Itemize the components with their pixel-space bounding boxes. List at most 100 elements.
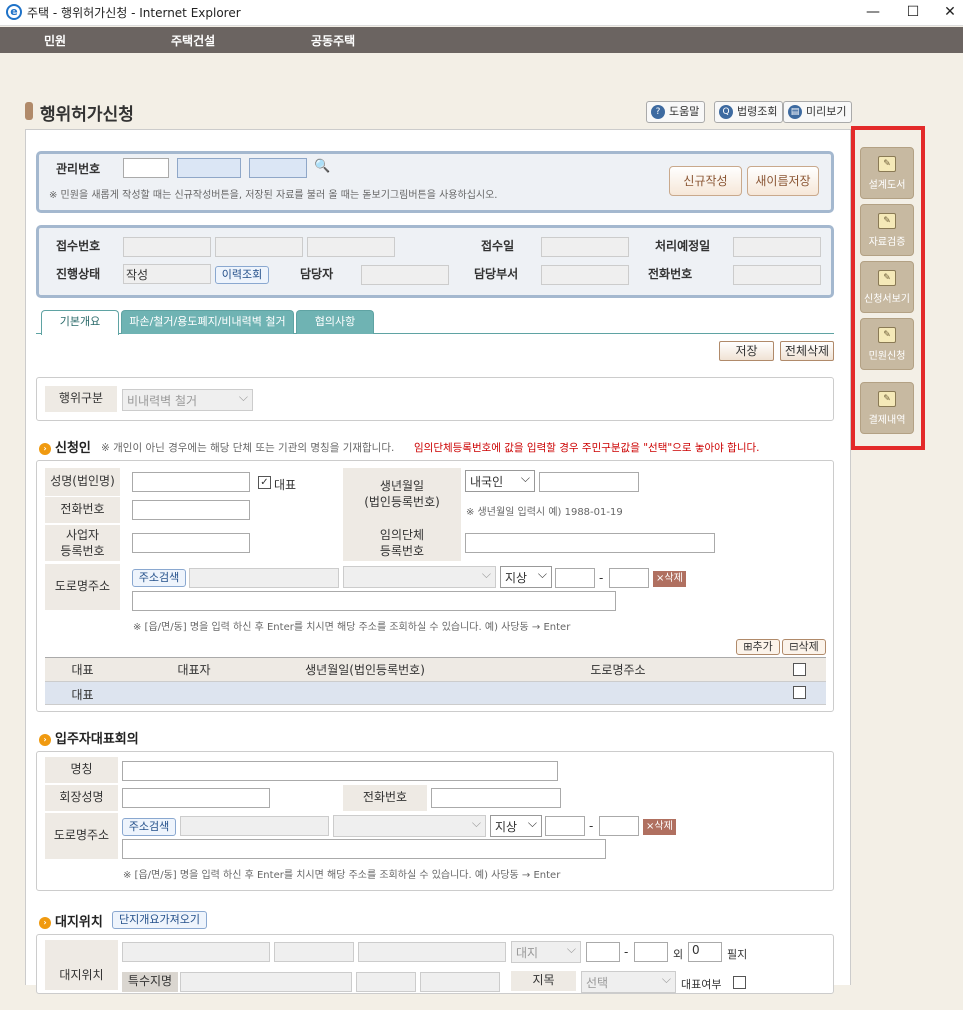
preview-icon: ▤	[788, 105, 802, 119]
chair-name-input[interactable]	[122, 788, 270, 808]
applicant-name-label: 성명(법인명)	[45, 468, 120, 496]
receipt-number-label: 접수번호	[56, 239, 101, 253]
site-location-label: 대지위치	[45, 940, 118, 990]
ie-logo-icon: e	[6, 4, 22, 20]
rep-building-number-main[interactable]	[545, 816, 585, 836]
status-label: 진행상태	[56, 267, 101, 281]
preview-button[interactable]: ▤ 미리보기	[783, 101, 853, 123]
management-number-field-3[interactable]	[249, 158, 307, 178]
jimok-label: 지목	[511, 971, 576, 991]
rep-yn-checkbox[interactable]	[733, 976, 746, 989]
lot-unit-label: 필지	[727, 948, 748, 961]
special-name-label: 특수지명	[122, 972, 178, 992]
representative-label: 대표	[274, 478, 297, 492]
business-number-input[interactable]	[132, 533, 250, 553]
save-as-button[interactable]: 새이름저장	[747, 166, 819, 196]
address-search-button[interactable]: 주소검색	[132, 569, 186, 587]
nav-item-apartment[interactable]: 공동주택	[311, 32, 355, 49]
phone-field	[733, 265, 821, 285]
delete-row-button[interactable]: ⊟삭제	[782, 639, 826, 655]
import-complex-button[interactable]: 단지개요가져오기	[112, 911, 207, 929]
side-application-view-button[interactable]: ✎ 신청서보기	[860, 261, 914, 313]
dept-label: 담당부서	[474, 267, 519, 281]
window-title-bar: e 주택 - 행위허가신청 - Internet Explorer — ☐ ✕	[0, 0, 963, 26]
manager-label: 담당자	[300, 267, 334, 281]
nav-item-civil[interactable]: 민원	[44, 32, 66, 49]
save-button[interactable]: 저장	[719, 341, 774, 361]
help-button[interactable]: ? 도움말	[646, 101, 706, 123]
birth-input[interactable]	[539, 472, 639, 492]
applicant-warning: 임의단체등록번호에 값을 입력할 경우 주민구분값을 "선택"으로 놓아야 합니…	[414, 442, 760, 454]
lot-sub-input[interactable]	[634, 942, 668, 962]
tab-basic-overview[interactable]: 기본개요	[41, 310, 119, 335]
maximize-icon[interactable]: ☐	[898, 2, 928, 22]
site-dash: -	[624, 945, 629, 959]
applicant-phone-label: 전화번호	[45, 497, 120, 523]
dept-field	[541, 265, 629, 285]
tab-consultation[interactable]: 협의사항	[296, 310, 374, 334]
rep-road-address-detail-input[interactable]	[122, 839, 606, 859]
management-number-field-2[interactable]	[177, 158, 241, 178]
table-header-address: 도로명주소	[590, 663, 646, 677]
representative-checkbox[interactable]: ✓	[258, 476, 271, 489]
edit-doc-icon: ✎	[878, 391, 896, 407]
side-payment-button[interactable]: ✎ 결제내역	[860, 382, 914, 434]
delete-all-button[interactable]: 전체삭제	[780, 341, 834, 361]
table-header-checkbox[interactable]	[793, 663, 806, 676]
ground-select[interactable]: 지상	[500, 566, 552, 588]
applicant-address-note: ※ [읍/면/동] 명을 입력 하신 후 Enter를 치시면 해당 주소를 조…	[133, 622, 571, 633]
road-address-detail-input[interactable]	[132, 591, 616, 611]
rep-address-search-button[interactable]: 주소검색	[122, 818, 176, 836]
building-number-main[interactable]	[555, 568, 595, 588]
applicant-phone-input[interactable]	[132, 500, 250, 520]
rep-ground-select[interactable]: 지상	[490, 815, 542, 837]
site-section-title: › 대지위치	[39, 911, 103, 930]
phone-label: 전화번호	[648, 267, 693, 281]
search-icon[interactable]: 🔍	[314, 159, 330, 174]
resident-rep-section-title: › 입주자대표회의	[39, 728, 139, 747]
road-address-main-field	[189, 568, 339, 588]
add-row-button[interactable]: ⊞추가	[736, 639, 780, 655]
receipt-date-label: 접수일	[481, 239, 515, 253]
search-icon: Q	[719, 105, 733, 119]
jimok-select[interactable]: 선택	[581, 971, 676, 993]
edit-doc-icon: ✎	[878, 213, 896, 229]
org-number-input[interactable]	[465, 533, 715, 553]
building-number-sub[interactable]	[609, 568, 649, 588]
act-type-select[interactable]: 비내력벽 철거	[122, 389, 253, 411]
lot-count-input[interactable]: 0	[688, 942, 722, 962]
road-address-label: 도로명주소	[45, 564, 120, 610]
rep-name-input[interactable]	[122, 761, 558, 781]
lot-main-input[interactable]	[586, 942, 620, 962]
side-apply-button[interactable]: ✎ 민원신청	[860, 318, 914, 370]
receipt-number-field-3	[307, 237, 395, 257]
land-type-select[interactable]: 대지	[511, 941, 581, 963]
applicant-name-input[interactable]	[132, 472, 250, 492]
chair-name-label: 회장성명	[45, 785, 118, 811]
table-row-checkbox[interactable]	[793, 686, 806, 699]
new-write-button[interactable]: 신규작성	[669, 166, 742, 196]
resident-type-select[interactable]: 내국인	[465, 470, 535, 492]
rep-phone-input[interactable]	[431, 788, 561, 808]
rep-address-note: ※ [읍/면/동] 명을 입력 하신 후 Enter를 치시면 해당 주소를 조…	[123, 870, 561, 881]
rep-road-address-select[interactable]	[333, 815, 486, 837]
management-number-label: 관리번호	[56, 162, 101, 176]
road-address-select[interactable]	[343, 566, 496, 588]
management-note: ※ 민원을 새롭게 작성할 때는 신규작성버튼을, 저장된 자료를 불러 올 때…	[49, 190, 498, 201]
nav-item-housing-construction[interactable]: 주택건설	[171, 32, 215, 49]
rep-address-delete-button[interactable]: ×삭제	[643, 819, 676, 835]
minimize-icon[interactable]: —	[858, 2, 888, 22]
side-data-verify-button[interactable]: ✎ 자료검증	[860, 204, 914, 256]
address-delete-button[interactable]: ×삭제	[653, 571, 686, 587]
close-icon[interactable]: ✕	[935, 2, 963, 22]
edit-doc-icon: ✎	[878, 327, 896, 343]
status-field: 작성	[123, 264, 211, 284]
special-field-2	[356, 972, 416, 992]
side-design-docs-button[interactable]: ✎ 설계도서	[860, 147, 914, 199]
law-search-button[interactable]: Q 법령조회	[714, 101, 784, 123]
management-number-field-1[interactable]	[123, 158, 169, 178]
rep-building-number-sub[interactable]	[599, 816, 639, 836]
history-button[interactable]: 이력조회	[215, 266, 269, 284]
table-row[interactable]	[45, 681, 826, 705]
tab-demolition[interactable]: 파손/철거/용도폐지/비내력벽 철거	[121, 310, 294, 334]
